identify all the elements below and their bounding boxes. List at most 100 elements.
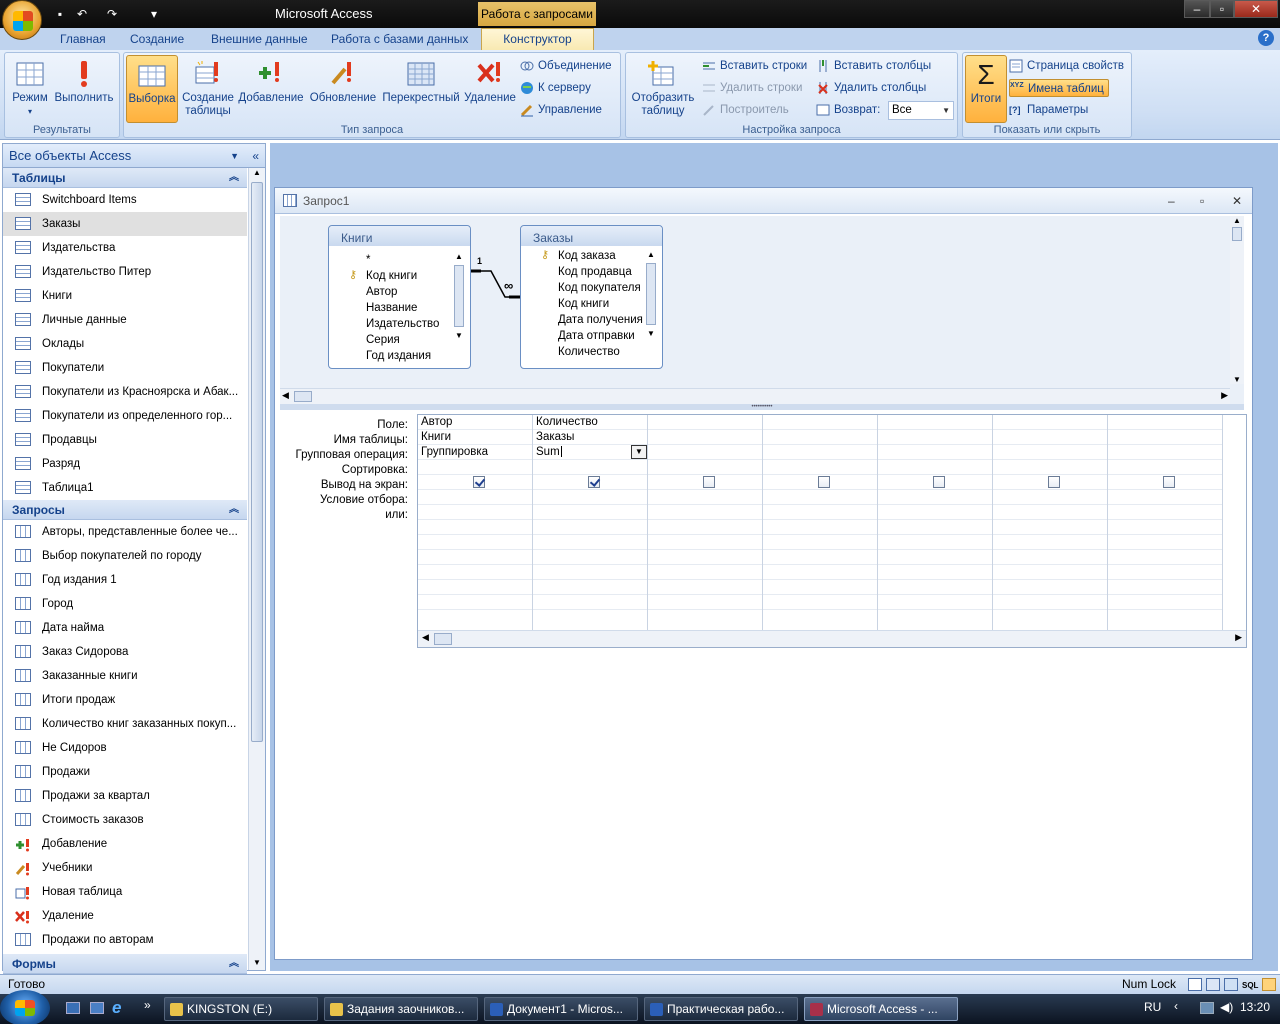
scroll-down-icon[interactable]: ▼	[249, 958, 265, 970]
clock[interactable]: 13:20	[1240, 1000, 1270, 1014]
qbe-or-cell[interactable]	[648, 520, 762, 535]
table-box-title[interactable]: Заказы	[521, 226, 662, 246]
nav-table-item[interactable]: Книги	[3, 284, 247, 308]
nav-table-item[interactable]: Таблица1	[3, 476, 247, 500]
insert-columns-button[interactable]: Вставить столбцы	[816, 57, 931, 75]
show-checkbox[interactable]	[588, 476, 600, 488]
qbe-criteria-cell[interactable]	[533, 490, 647, 505]
chevron-down-icon[interactable]: ▼	[230, 144, 239, 168]
qbe-total-cell[interactable]	[648, 445, 762, 460]
nav-scroll-thumb[interactable]	[251, 182, 263, 742]
nav-query-item[interactable]: Стоимость заказов	[3, 808, 247, 832]
qbe-or-cell[interactable]	[993, 595, 1107, 610]
nav-query-item[interactable]: Заказ Сидорова	[3, 640, 247, 664]
qbe-table-cell[interactable]	[878, 430, 992, 445]
nav-section-queries[interactable]: Запросы ︽	[3, 500, 247, 520]
qbe-or-cell[interactable]	[418, 565, 532, 580]
show-checkbox[interactable]	[1163, 476, 1175, 488]
scroll-thumb[interactable]	[434, 633, 452, 645]
qbe-or-cell[interactable]	[533, 565, 647, 580]
nav-header[interactable]: Все объекты Access ▼ «	[3, 144, 265, 168]
qbe-or-cell[interactable]	[1108, 580, 1222, 595]
more-icon[interactable]: »	[144, 998, 151, 1012]
qbe-or-cell[interactable]	[533, 595, 647, 610]
qbe-field-cell[interactable]: Автор	[418, 415, 532, 430]
show-checkbox[interactable]	[933, 476, 945, 488]
qbe-or-cell[interactable]	[993, 580, 1107, 595]
delete-columns-button[interactable]: Удалить столбцы	[816, 79, 926, 97]
nav-query-item[interactable]: Дата найма	[3, 616, 247, 640]
qbe-or-cell[interactable]	[418, 505, 532, 520]
nav-query-item[interactable]: Продажи за квартал	[3, 784, 247, 808]
qbe-or-cell[interactable]	[993, 565, 1107, 580]
qbe-or-cell[interactable]	[1108, 550, 1222, 565]
scroll-up-icon[interactable]: ▲	[249, 168, 265, 180]
qbe-criteria-cell[interactable]	[1108, 490, 1222, 505]
qbe-or-cell[interactable]	[533, 580, 647, 595]
nav-query-item[interactable]: Количество книг заказанных покуп...	[3, 712, 247, 736]
grid-hscrollbar[interactable]: ◀ ▶	[418, 630, 1246, 647]
qbe-field-cell[interactable]	[648, 415, 762, 430]
qbe-total-cell[interactable]	[763, 445, 877, 460]
table-box-title[interactable]: Книги	[329, 226, 470, 246]
table-field[interactable]: Серия	[329, 332, 470, 348]
qbe-total-cell[interactable]	[1108, 445, 1222, 460]
qbe-field-cell[interactable]	[763, 415, 877, 430]
table-box-orders[interactable]: Заказы ⚷ Код заказа Код продавца Код покупа…	[520, 225, 663, 369]
table-field[interactable]: Код книги	[521, 296, 662, 312]
qbe-or-cell[interactable]	[418, 520, 532, 535]
qbe-table-cell[interactable]	[648, 430, 762, 445]
qbe-sort-cell[interactable]	[993, 460, 1107, 475]
qbe-or-cell[interactable]	[648, 595, 762, 610]
tab-design[interactable]: Конструктор	[481, 28, 594, 50]
qbe-or-cell[interactable]	[763, 550, 877, 565]
taskbar-item[interactable]: KINGSTON (E:)	[164, 997, 318, 1021]
show-checkbox[interactable]	[703, 476, 715, 488]
scroll-thumb[interactable]	[294, 391, 312, 402]
append-button[interactable]: Добавление	[236, 55, 306, 105]
crosstab-button[interactable]: Перекрестный	[380, 55, 462, 105]
scroll-thumb[interactable]	[646, 263, 656, 325]
table-field[interactable]: Автор	[329, 284, 470, 300]
show-checkbox[interactable]	[1048, 476, 1060, 488]
show-table-button[interactable]: Отобразить таблицу	[628, 55, 698, 118]
table-field[interactable]: Дата отправки	[521, 328, 662, 344]
scroll-up-icon[interactable]: ▲	[644, 250, 658, 259]
pivot-table-view-icon[interactable]	[1206, 978, 1220, 991]
customize-icon[interactable]: ▾	[146, 6, 162, 22]
insert-rows-button[interactable]: Вставить строки	[702, 57, 807, 75]
pane-splitter[interactable]: ••••••••••	[280, 404, 1244, 410]
qbe-or-cell[interactable]	[648, 505, 762, 520]
nav-query-item[interactable]: Удаление	[3, 904, 247, 928]
qbe-or-cell[interactable]	[648, 535, 762, 550]
nav-section-forms[interactable]: Формы ︽	[3, 954, 247, 974]
table-field[interactable]: ⚷ Код заказа	[521, 248, 662, 264]
scroll-thumb[interactable]	[1232, 227, 1242, 241]
qbe-or-cell[interactable]	[418, 580, 532, 595]
show-checkbox[interactable]	[473, 476, 485, 488]
nav-query-item[interactable]: Город	[3, 592, 247, 616]
qbe-or-cell[interactable]	[1108, 535, 1222, 550]
qbe-criteria-cell[interactable]	[763, 490, 877, 505]
save-icon[interactable]: ▪	[52, 6, 68, 22]
qbe-field-cell[interactable]	[878, 415, 992, 430]
qbe-or-cell[interactable]	[878, 520, 992, 535]
design-view-icon[interactable]	[1262, 978, 1276, 991]
diagram-vscrollbar[interactable]: ▲ ▼	[1230, 216, 1244, 384]
table-field[interactable]: *	[329, 252, 470, 268]
scroll-left-icon[interactable]: ◀	[282, 390, 289, 401]
qbe-or-cell[interactable]	[878, 595, 992, 610]
table-box-scrollbar[interactable]: ▲ ▼	[452, 252, 466, 356]
volume-icon[interactable]: ◀)	[1220, 1000, 1233, 1014]
qbe-sort-cell[interactable]	[648, 460, 762, 475]
maximize-button[interactable]: ▫	[1210, 0, 1234, 18]
scroll-down-icon[interactable]: ▼	[1230, 375, 1244, 384]
nav-query-item[interactable]: Не Сидоров	[3, 736, 247, 760]
show-desktop-icon[interactable]	[66, 1002, 80, 1014]
pass-through-button[interactable]: К серверу	[520, 79, 591, 97]
taskbar-item[interactable]: Задания заочников...	[324, 997, 478, 1021]
undo-icon[interactable]: ↶	[74, 6, 90, 22]
datasheet-view-icon[interactable]	[1188, 978, 1202, 991]
nav-table-item[interactable]: Издательства	[3, 236, 247, 260]
nav-query-item[interactable]: Учебники	[3, 856, 247, 880]
